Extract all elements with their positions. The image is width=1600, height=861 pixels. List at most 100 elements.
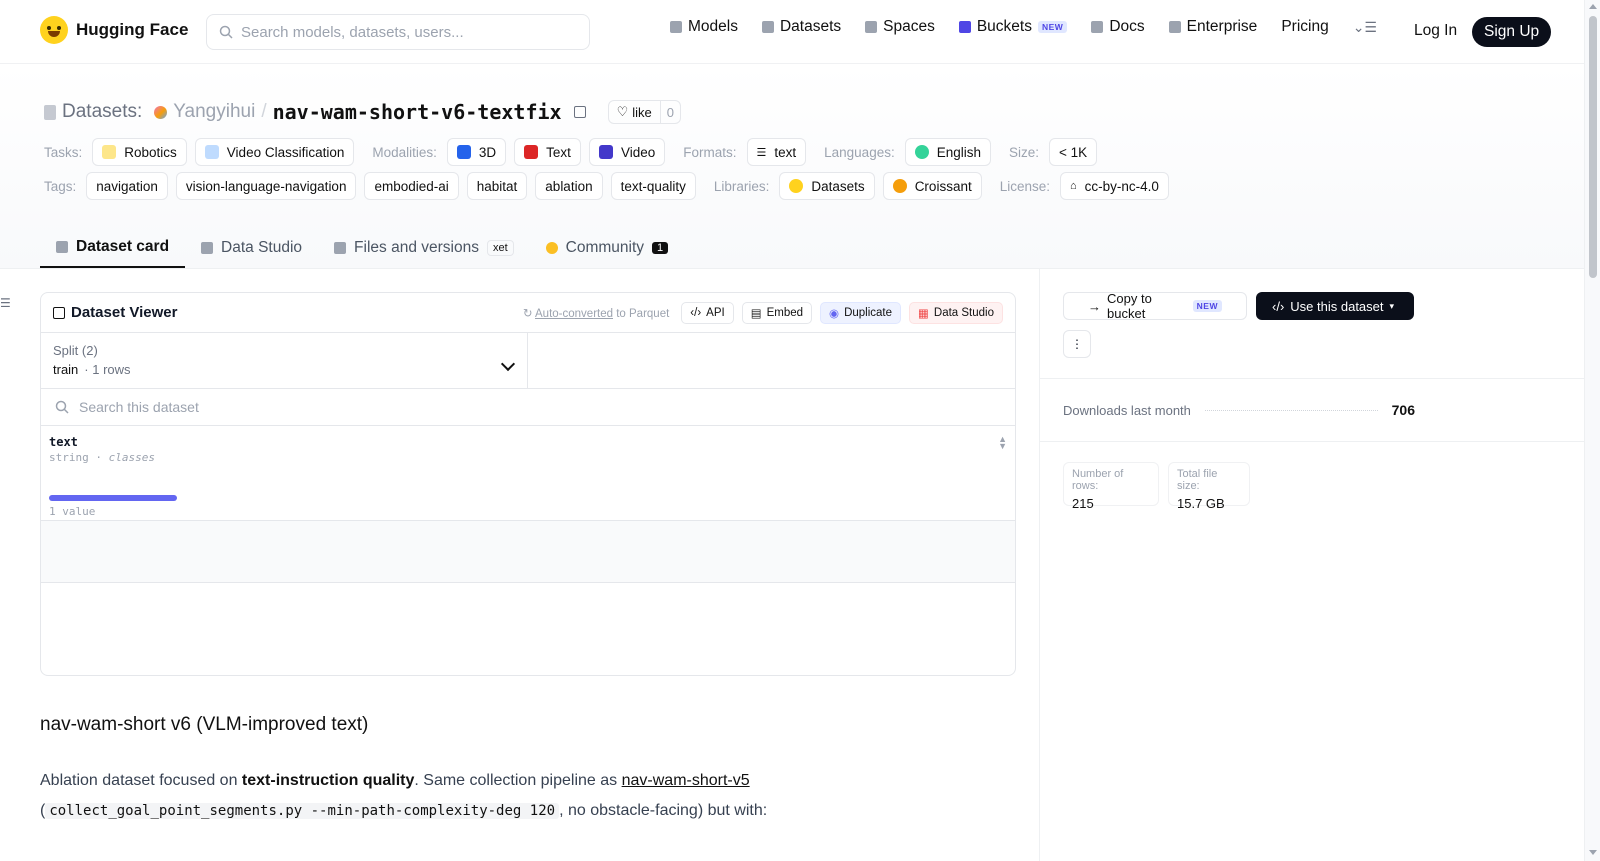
dataset-search[interactable] — [41, 389, 1015, 426]
nav-pricing-label: Pricing — [1281, 18, 1329, 35]
tag-label: Robotics — [124, 144, 177, 160]
nav-enterprise[interactable]: Enterprise — [1168, 18, 1257, 36]
sort-icon[interactable]: ▲ ▼ — [998, 435, 1007, 451]
global-search[interactable] — [206, 14, 590, 50]
tag-ablation[interactable]: ablation — [535, 172, 603, 200]
embed-label: Embed — [766, 306, 804, 319]
format-tag-text[interactable]: ☰ text — [746, 138, 807, 166]
login-link[interactable]: Log In — [1414, 22, 1457, 40]
task-tag-video-classification[interactable]: Video Classification — [194, 138, 355, 166]
value-distribution-bar[interactable] — [49, 495, 177, 501]
scroll-up-icon[interactable] — [1589, 4, 1597, 9]
task-tag-robotics[interactable]: Robotics — [92, 138, 187, 166]
repo-owner-link[interactable]: Yangyihui — [173, 101, 255, 123]
more-menu-icon[interactable]: ⌄☰ — [1353, 19, 1377, 36]
license-tag[interactable]: ⌂ cc-by-nc-4.0 — [1060, 172, 1169, 200]
duplicate-icon: ◉ — [829, 307, 840, 320]
tab-data-studio[interactable]: Data Studio — [185, 228, 318, 268]
tab-community[interactable]: Community 1 — [530, 228, 685, 268]
table-row[interactable] — [41, 521, 1015, 583]
more-options-icon[interactable]: ⋮ — [1063, 330, 1091, 358]
nav-pricing[interactable]: Pricing — [1281, 18, 1328, 36]
library-tag-datasets[interactable]: Datasets — [779, 172, 875, 200]
modality-tag-text[interactable]: Text — [514, 138, 581, 166]
repo-type-label: Datasets: — [62, 101, 143, 122]
split-select[interactable]: Split (2) train · 1 rows — [41, 333, 528, 388]
main-nav: Models Datasets Spaces Buckets NEW Docs E… — [670, 18, 1377, 36]
tag-label: Text — [546, 144, 571, 160]
formats-label: Formats: — [683, 144, 737, 160]
tag-navigation[interactable]: navigation — [86, 172, 168, 200]
brand-logo[interactable]: Hugging Face — [40, 16, 188, 44]
column-header-text[interactable]: text string · classes 1 value ▲ ▼ — [41, 426, 1015, 521]
search-icon — [55, 400, 69, 414]
filesize-stat: Total file size: 15.7 GB — [1168, 462, 1250, 511]
data-studio-button[interactable]: ▦ Data Studio — [909, 301, 1003, 324]
use-this-dataset-button[interactable]: ‹/› Use this dataset ▾ — [1256, 292, 1414, 320]
tab-label: Dataset card — [76, 238, 170, 255]
language-tag-english[interactable]: English — [904, 138, 991, 166]
files-icon — [334, 242, 347, 254]
duplicate-button[interactable]: ◉ Duplicate — [820, 301, 902, 324]
api-button[interactable]: ‹/› API — [681, 301, 734, 324]
nav-models[interactable]: Models — [670, 18, 738, 36]
global-search-input[interactable] — [241, 23, 561, 41]
use-dataset-label: Use this dataset — [1290, 298, 1384, 314]
tag-vision-language-navigation[interactable]: vision-language-navigation — [175, 172, 357, 200]
signup-button[interactable]: Sign Up — [1472, 17, 1552, 47]
tag-habitat[interactable]: habitat — [466, 172, 528, 200]
like-label: like — [632, 104, 652, 120]
tab-label: Files and versions — [354, 239, 479, 256]
filesize-label: Total file size: — [1177, 468, 1218, 492]
sidebar-separator — [1039, 441, 1584, 442]
nav-spaces-label: Spaces — [883, 18, 935, 35]
nav-buckets[interactable]: Buckets NEW — [958, 18, 1068, 36]
croissant-icon — [892, 179, 907, 193]
languages-label: Languages: — [824, 144, 895, 160]
tag-embodied-ai[interactable]: embodied-ai — [364, 172, 459, 200]
page-scrollbar[interactable] — [1584, 0, 1600, 861]
tab-files-and-versions[interactable]: Files and versions xet — [318, 228, 530, 268]
robot-icon — [102, 145, 117, 159]
column-type: string — [49, 451, 89, 464]
library-tag-croissant[interactable]: Croissant — [882, 172, 982, 200]
text-icon — [524, 145, 539, 159]
repo-name-link[interactable]: nav-wam-short-v6-textfix — [273, 100, 562, 124]
nav-datasets[interactable]: Datasets — [761, 18, 841, 36]
scroll-down-icon[interactable] — [1589, 850, 1597, 855]
size-label: Size: — [1009, 144, 1040, 160]
table-icon — [53, 306, 65, 319]
nav-docs[interactable]: Docs — [1091, 18, 1145, 36]
tag-text-quality[interactable]: text-quality — [610, 172, 696, 200]
video-icon — [598, 145, 613, 159]
arrow-right-icon: → — [1088, 298, 1101, 314]
table-icon: ▦ — [918, 307, 929, 320]
video-class-icon — [204, 145, 219, 159]
embed-button[interactable]: ▤ Embed — [741, 301, 813, 324]
toc-menu-icon[interactable]: ☰ — [0, 296, 11, 310]
duplicate-label: Duplicate — [844, 306, 893, 319]
brand-name: Hugging Face — [76, 20, 189, 39]
dataset-search-input[interactable] — [79, 399, 579, 415]
modality-tag-3d[interactable]: 3D — [446, 138, 507, 166]
owner-avatar[interactable] — [154, 105, 168, 119]
tag-label: cc-by-nc-4.0 — [1084, 178, 1159, 194]
copy-to-bucket-button[interactable]: → Copy to bucket NEW — [1063, 291, 1247, 321]
search-icon — [219, 25, 233, 39]
tag-label: 3D — [478, 144, 497, 160]
modality-tag-video[interactable]: Video — [588, 138, 666, 166]
auto-converted-link[interactable]: Auto-converted — [535, 308, 613, 320]
book-icon — [1091, 21, 1104, 33]
auto-converted-note[interactable]: ↻ Auto-converted to Parquet — [523, 306, 669, 320]
new-badge: NEW — [1192, 300, 1222, 312]
copy-icon[interactable] — [573, 106, 586, 118]
tab-dataset-card[interactable]: Dataset card — [40, 228, 186, 268]
scroll-thumb[interactable] — [1589, 16, 1597, 278]
size-tag[interactable]: < 1K — [1049, 138, 1098, 166]
nav-spaces[interactable]: Spaces — [865, 18, 935, 36]
like-button[interactable]: ♡ like 0 — [607, 100, 681, 124]
enterprise-icon — [1168, 21, 1181, 33]
v5-dataset-link[interactable]: nav-wam-short-v5 — [622, 772, 750, 789]
dataset-viewer: Dataset Viewer ↻ Auto-converted to Parqu… — [40, 292, 1016, 676]
repo-separator: / — [261, 101, 267, 122]
